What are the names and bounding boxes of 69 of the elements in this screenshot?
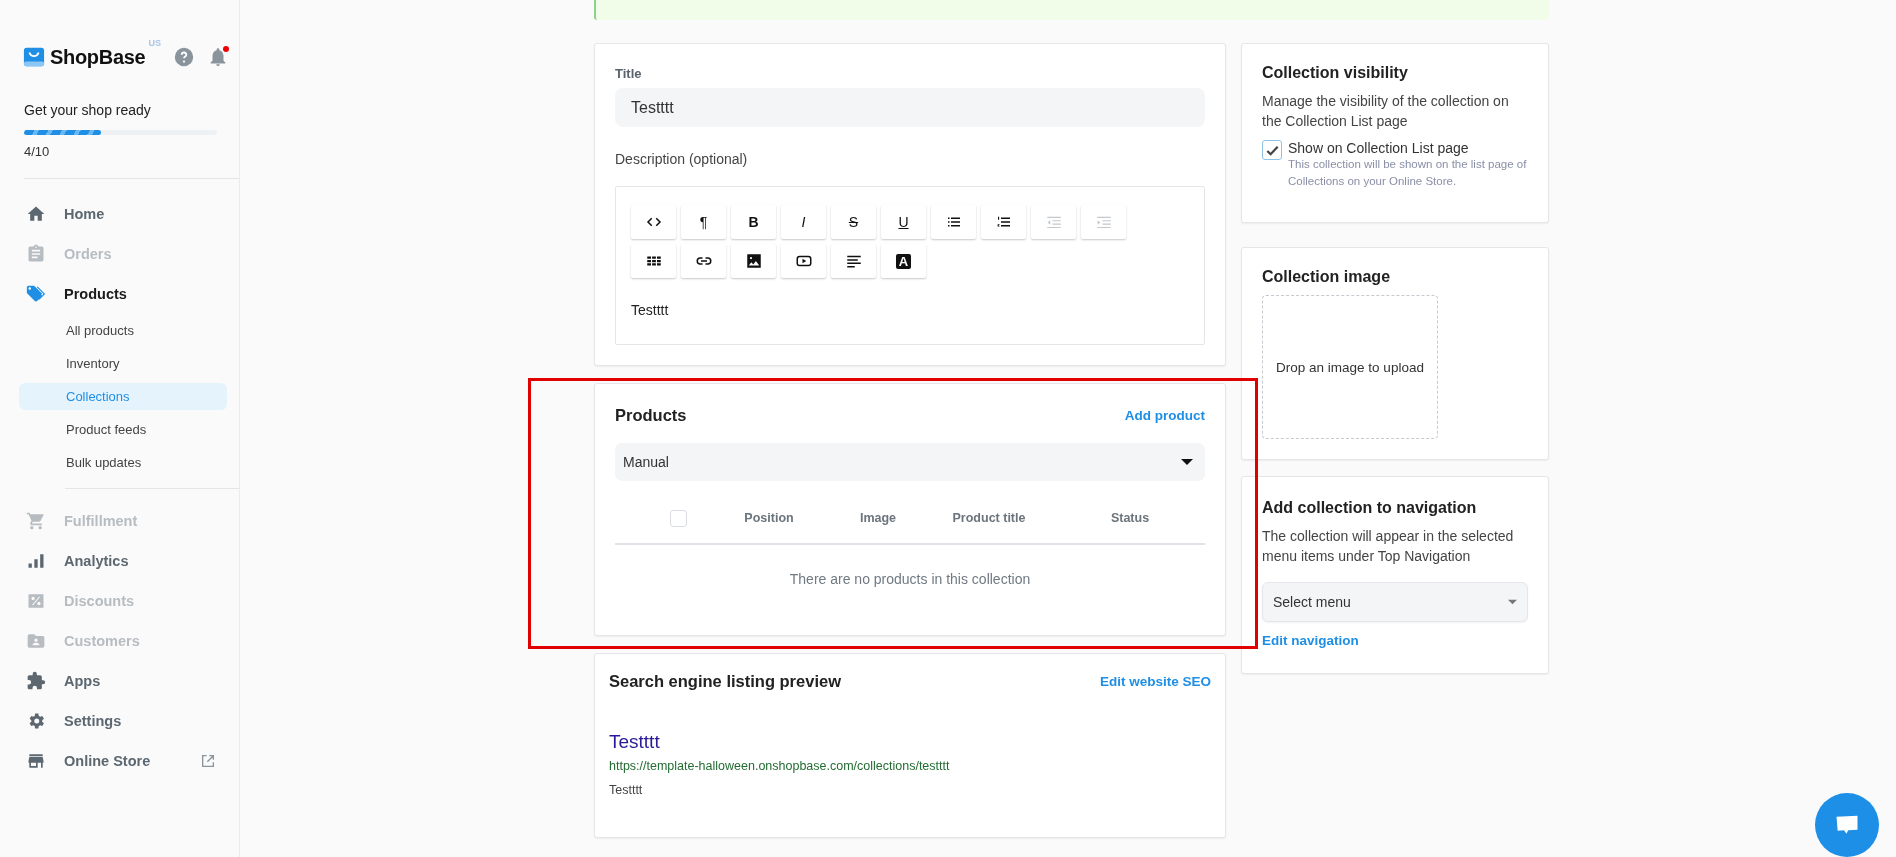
card-description: The collection will appear in the selected menu items under Top Navigation xyxy=(1262,527,1515,566)
editor-toolbar-button[interactable]: B xyxy=(731,205,776,239)
nav-item[interactable]: Online Store xyxy=(0,741,216,781)
menu-select[interactable]: Select menu xyxy=(1262,582,1528,622)
nav-subitem[interactable]: Inventory xyxy=(19,350,227,377)
card-title: Collection image xyxy=(1262,268,1392,286)
preview-description: Testttt xyxy=(609,783,644,797)
column-header: Product title xyxy=(951,511,1027,525)
nav-item[interactable]: Home xyxy=(0,194,216,234)
region-label: US xyxy=(148,38,161,48)
editor-toolbar-button[interactable] xyxy=(781,244,826,278)
editor-toolbar-button[interactable]: S xyxy=(831,205,876,239)
card-description: Manage the visibility of the collection on the Collection List page xyxy=(1262,92,1510,131)
card-title: Products xyxy=(615,406,687,425)
editor-toolbar-button[interactable] xyxy=(981,205,1026,239)
nav-subitem[interactable]: Product feeds xyxy=(19,416,227,443)
puzzle-icon xyxy=(26,671,46,691)
image-icon xyxy=(744,252,763,270)
rich-text-editor[interactable]: ¶ B I S U A Testttt xyxy=(615,186,1205,345)
help-icon[interactable] xyxy=(172,46,195,68)
editor-content: Testttt xyxy=(631,302,670,318)
setup-count: 4/10 xyxy=(24,144,51,159)
editor-toolbar-button[interactable] xyxy=(681,244,726,278)
nav-item[interactable]: Analytics xyxy=(0,541,216,581)
column-header: Position xyxy=(743,511,795,525)
editor-toolbar-button[interactable] xyxy=(731,244,776,278)
editor-toolbar-button[interactable]: A xyxy=(881,244,926,278)
brand-name: ShopBase xyxy=(50,45,146,69)
nav-item[interactable]: Settings xyxy=(0,701,216,741)
percent-icon xyxy=(26,591,46,611)
nav-subitem[interactable]: Bulk updates xyxy=(19,449,227,476)
nav-item[interactable]: Apps xyxy=(0,661,216,701)
column-header: Image xyxy=(858,511,898,525)
empty-message: There are no products in this collection xyxy=(788,570,1032,589)
editor-toolbar-button[interactable] xyxy=(631,244,676,278)
nav-item[interactable]: Products xyxy=(0,274,216,314)
select-all-checkbox[interactable] xyxy=(670,509,687,527)
shopping-bag-logo-icon xyxy=(23,46,45,68)
tag-icon xyxy=(26,284,46,304)
editor-toolbar-button[interactable]: ¶ xyxy=(681,205,726,239)
bar-chart-icon xyxy=(26,551,46,571)
sort-select[interactable]: Manual xyxy=(615,443,1205,481)
home-icon xyxy=(26,204,46,224)
caret-icon xyxy=(1181,458,1193,466)
store-icon xyxy=(26,751,46,771)
external-link-icon xyxy=(200,753,216,769)
contact-card-icon xyxy=(26,631,46,651)
image-dropzone[interactable]: Drop an image to upload xyxy=(1262,295,1438,439)
preview-url: https://template-halloween.onshopbase.com/collections/testttt xyxy=(609,759,951,773)
preview-title: Testttt xyxy=(609,731,661,753)
field-label: Description (optional) xyxy=(615,151,749,167)
field-label: Title xyxy=(615,66,643,81)
cart-icon xyxy=(26,511,46,531)
column-header: Status xyxy=(1109,511,1151,525)
clipboard-icon xyxy=(26,244,46,264)
title-input-field[interactable]: Testttt xyxy=(615,88,1205,127)
checkbox[interactable] xyxy=(1262,140,1282,160)
editor-toolbar-button[interactable] xyxy=(831,244,876,278)
card-title: Add collection to navigation xyxy=(1262,499,1478,517)
nav-subitem[interactable]: All products xyxy=(19,317,227,344)
editor-toolbar-button[interactable]: U xyxy=(881,205,926,239)
checkbox-help-text: This collection will be shown on the list page of Collections on your Online Store. xyxy=(1288,157,1528,189)
caret-icon xyxy=(1508,599,1517,605)
editor-toolbar-button[interactable]: I xyxy=(781,205,826,239)
card-title: Collection visibility xyxy=(1262,64,1409,82)
editor-toolbar-button[interactable] xyxy=(931,205,976,239)
card-title: Search engine listing preview xyxy=(609,672,841,691)
checkbox-label: Show on Collection List page xyxy=(1288,140,1470,156)
setup-label: Get your shop ready xyxy=(24,102,152,118)
